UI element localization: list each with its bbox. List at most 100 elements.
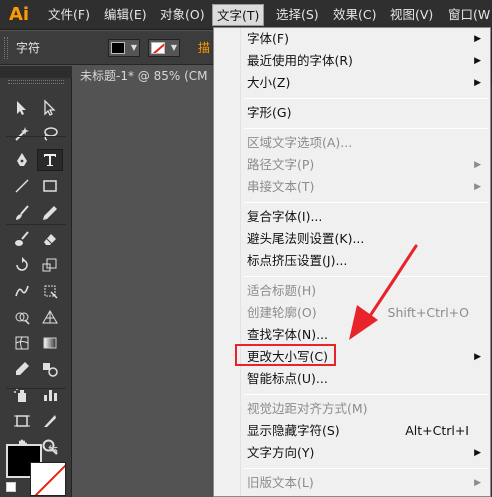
menu-edit[interactable]: 编辑(E) xyxy=(100,4,151,26)
free-transform-icon[interactable] xyxy=(37,280,63,302)
swap-fill-stroke-icon[interactable]: ⇆ xyxy=(48,442,58,456)
menu-file[interactable]: 文件(F) xyxy=(44,4,94,26)
menu-bar: Ai 文件(F) 编辑(E) 对象(O) 文字(T) 选择(S) 效果(C) 视… xyxy=(0,0,492,30)
highlight-box xyxy=(235,344,336,366)
slice-icon[interactable] xyxy=(37,410,63,432)
shape-builder-icon[interactable] xyxy=(9,306,35,328)
menu-item-label: 大小(Z) xyxy=(247,75,291,90)
stroke-none-icon xyxy=(151,42,165,54)
warp-icon[interactable] xyxy=(9,280,35,302)
menu-item-label: 复合字体(I)... xyxy=(247,209,323,224)
menu-separator xyxy=(244,98,488,99)
menu-separator xyxy=(244,276,488,277)
eyedropper-icon[interactable] xyxy=(9,358,35,380)
menu-item-shortcut: Shift+Ctrl+O xyxy=(387,305,469,320)
menu-item-size[interactable]: 大小(Z) ▶ xyxy=(241,72,491,94)
menu-item-find-font[interactable]: 查找字体(N)... xyxy=(241,324,491,346)
menu-item-font[interactable]: 字体(F) ▶ xyxy=(241,28,491,50)
chevron-down-icon: ▼ xyxy=(170,43,177,52)
menu-item-smart-punctuation[interactable]: 智能标点(U)... xyxy=(241,368,491,390)
submenu-arrow-icon: ▶ xyxy=(474,160,481,170)
blend-icon[interactable] xyxy=(37,358,63,380)
menu-item-type-on-path[interactable]: 路径文字(P) ▶ xyxy=(241,154,491,176)
chevron-down-icon: ▼ xyxy=(130,43,137,52)
menu-item-mojikumi-settings[interactable]: 标点挤压设置(J)... xyxy=(241,250,491,272)
menu-item-label: 路径文字(P) xyxy=(247,157,315,172)
panel-grip[interactable] xyxy=(4,37,8,59)
fill-color-control[interactable]: ▼ xyxy=(108,39,140,57)
menu-item-show-hidden-characters[interactable]: 显示隐藏字符(S) Alt+Ctrl+I xyxy=(241,420,491,442)
artboard-icon[interactable] xyxy=(9,410,35,432)
menu-effect[interactable]: 效果(C) xyxy=(329,4,380,26)
type-icon[interactable] xyxy=(37,149,63,171)
menu-item-area-type-options[interactable]: 区域文字选项(A)... xyxy=(241,132,491,154)
menu-item-fit-headline[interactable]: 适合标题(H) xyxy=(241,280,491,302)
menu-view[interactable]: 视图(V) xyxy=(386,4,437,26)
line-segment-icon[interactable] xyxy=(9,175,35,197)
menu-item-optical-margin-alignment[interactable]: 视觉边距对齐方式(M) xyxy=(241,398,491,420)
document-tab[interactable]: 未标题-1* @ 85% (CM xyxy=(72,66,222,86)
tools-panel-header[interactable] xyxy=(0,66,72,78)
menu-item-legacy-text[interactable]: 旧版文本(L) ▶ xyxy=(241,472,491,494)
submenu-arrow-icon: ▶ xyxy=(474,352,481,362)
menu-item-label: 查找字体(N)... xyxy=(247,327,329,342)
menu-item-create-outlines[interactable]: 创建轮廓(O) Shift+Ctrl+O xyxy=(241,302,491,324)
menu-select[interactable]: 选择(S) xyxy=(272,4,323,26)
menu-item-label: 最近使用的字体(R) xyxy=(247,53,353,68)
stroke-label[interactable]: 描 xyxy=(198,39,210,56)
divider xyxy=(6,136,66,137)
submenu-arrow-icon: ▶ xyxy=(474,78,481,88)
rotate-icon[interactable] xyxy=(9,254,35,276)
character-label[interactable]: 字符 xyxy=(16,39,40,56)
menu-item-label: 串接文本(T) xyxy=(247,179,315,194)
menu-window[interactable]: 窗口(W xyxy=(444,4,492,26)
panel-grip[interactable] xyxy=(8,80,64,84)
type-menu-dropdown: 字体(F) ▶ 最近使用的字体(R) ▶ 大小(Z) ▶ 字形(G) 区域文字选项(A… xyxy=(213,27,491,497)
menu-item-label: 区域文字选项(A)... xyxy=(247,135,353,150)
menu-type[interactable]: 文字(T) xyxy=(212,4,265,26)
menu-item-glyphs[interactable]: 字形(G) xyxy=(241,102,491,124)
lasso-icon[interactable] xyxy=(37,123,63,145)
magic-wand-icon[interactable] xyxy=(9,123,35,145)
selection-arrow-icon[interactable] xyxy=(9,97,35,119)
menu-item-label: 适合标题(H) xyxy=(247,283,317,298)
menu-item-label: 智能标点(U)... xyxy=(247,371,328,386)
direct-selection-icon[interactable] xyxy=(37,97,63,119)
mesh-icon[interactable] xyxy=(9,332,35,354)
menu-separator xyxy=(244,202,488,203)
rectangle-icon[interactable] xyxy=(37,175,63,197)
paintbrush-icon[interactable] xyxy=(9,202,35,224)
menu-separator xyxy=(244,128,488,129)
pen-icon[interactable] xyxy=(9,149,35,171)
stroke-color-swatch[interactable] xyxy=(30,462,66,496)
default-colors-icon[interactable] xyxy=(6,482,16,492)
scale-icon[interactable] xyxy=(37,254,63,276)
gradient-icon[interactable] xyxy=(37,332,63,354)
menu-item-composite-fonts[interactable]: 复合字体(I)... xyxy=(241,206,491,228)
submenu-arrow-icon: ▶ xyxy=(474,478,481,488)
pencil-icon[interactable] xyxy=(37,202,63,224)
menu-item-label: 标点挤压设置(J)... xyxy=(247,253,348,268)
menu-item-shortcut: Alt+Ctrl+I xyxy=(405,423,469,438)
menu-separator xyxy=(244,468,488,469)
menu-separator xyxy=(244,394,488,395)
perspective-grid-icon[interactable] xyxy=(37,306,63,328)
eraser-icon[interactable] xyxy=(37,228,63,250)
menu-item-recent-fonts[interactable]: 最近使用的字体(R) ▶ xyxy=(241,50,491,72)
divider xyxy=(6,388,66,389)
blob-brush-icon[interactable] xyxy=(9,228,35,250)
menu-item-label: 字形(G) xyxy=(247,105,292,120)
menu-item-label: 创建轮廓(O) xyxy=(247,305,317,320)
menu-object[interactable]: 对象(O) xyxy=(156,4,209,26)
tools-panel xyxy=(0,66,72,497)
menu-item-label: 文字方向(Y) xyxy=(247,445,315,460)
submenu-arrow-icon: ▶ xyxy=(474,182,481,192)
stroke-color-control[interactable]: ▼ xyxy=(148,39,180,57)
menu-item-label: 字体(F) xyxy=(247,31,289,46)
menu-icon-gutter xyxy=(214,28,241,496)
menu-item-type-orientation[interactable]: 文字方向(Y) ▶ xyxy=(241,442,491,464)
menu-item-threaded-text[interactable]: 串接文本(T) ▶ xyxy=(241,176,491,198)
menu-item-label: 避头尾法则设置(K)... xyxy=(247,231,365,246)
menu-item-kinsoku-settings[interactable]: 避头尾法则设置(K)... xyxy=(241,228,491,250)
divider xyxy=(6,224,66,225)
